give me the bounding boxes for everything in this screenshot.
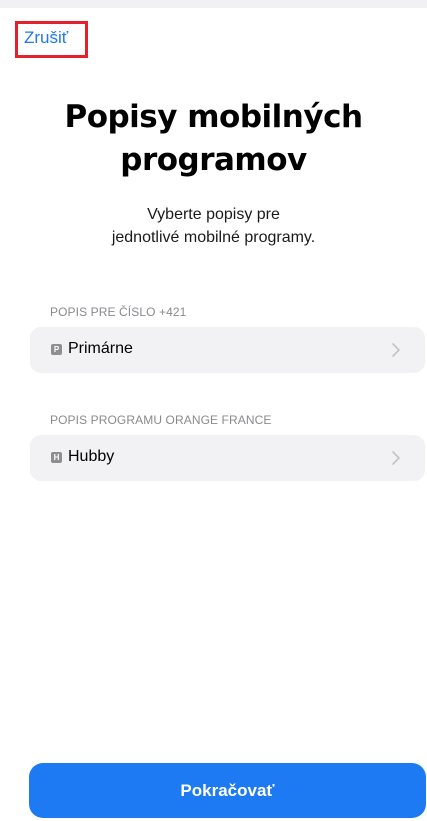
page-title: Popisy mobilných programov [0,96,427,182]
chevron-right-icon [392,343,400,357]
cancel-button[interactable]: Zrušiť [24,28,68,48]
line-badge-icon: P [51,344,62,355]
section-label-number: POPIS PRE ČÍSLO +421 [50,305,187,319]
page-title-line1: Popisy mobilných [64,99,363,135]
status-bar-strip [0,0,427,8]
line-badge-icon: H [51,452,62,463]
continue-button[interactable]: Pokračovať [29,763,426,818]
label-row-primary[interactable]: P Primárne [30,327,425,373]
section-label-program: POPIS PROGRAMU ORANGE FRANCE [50,413,272,427]
chevron-right-icon [392,451,400,465]
page-subtitle-line1: Vyberte popisy pre [147,206,280,223]
row-value: Primárne [68,340,133,357]
page-title-line2: programov [120,142,307,178]
cancel-highlight-box: Zrušiť [15,21,88,58]
page-subtitle: Vyberte popisy pre jednotlivé mobilné pr… [0,203,427,249]
page-subtitle-line2: jednotlivé mobilné programy. [111,229,316,246]
row-value: Hubby [68,448,115,465]
label-row-hubby[interactable]: H Hubby [30,435,425,481]
